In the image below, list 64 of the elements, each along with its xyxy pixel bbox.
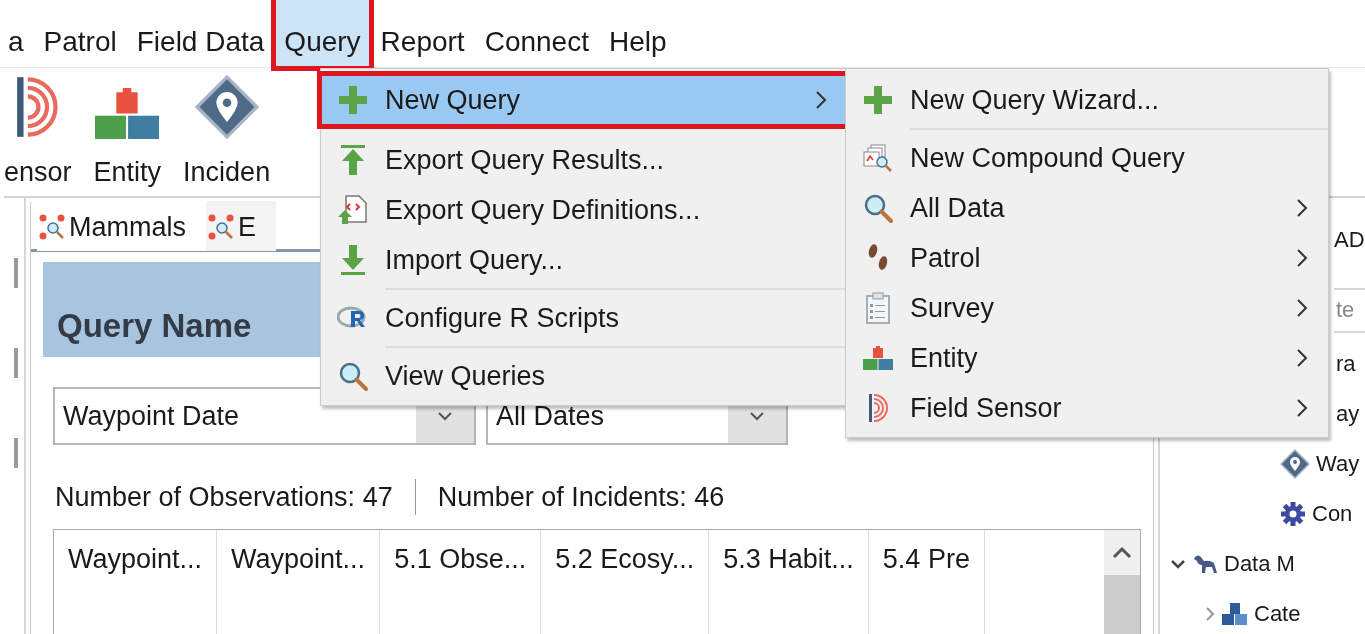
upload-arrow-icon — [340, 144, 366, 176]
tree-item[interactable]: Cate — [1254, 601, 1301, 627]
chevron-down-icon — [437, 411, 453, 421]
column-header[interactable]: Waypoint... — [54, 530, 218, 634]
tree-item[interactable]: ra — [1336, 351, 1356, 377]
menu-item[interactable]: Export Query Definitions... — [321, 185, 847, 235]
tree-item[interactable]: ay — [1336, 401, 1360, 427]
scrollbar[interactable] — [1104, 530, 1140, 634]
query-icon — [208, 214, 234, 240]
location-pin-icon — [194, 75, 259, 139]
download-arrow-icon — [340, 244, 366, 276]
chevron-right-icon[interactable] — [1204, 606, 1216, 622]
query-tab[interactable]: E — [206, 200, 277, 251]
menu-item[interactable]: a — [0, 22, 32, 64]
menu-item[interactable]: Entity — [846, 333, 1328, 383]
tree-item[interactable]: Data M — [1224, 551, 1295, 577]
animal-icon — [1192, 553, 1218, 575]
gear-icon — [1280, 501, 1306, 527]
tree-item[interactable]: Con — [1312, 501, 1353, 527]
toolbar-button[interactable]: Inciden — [183, 68, 271, 196]
column-header[interactable]: 5.1 Obse... — [380, 530, 542, 634]
toolbar-button[interactable]: ensor — [4, 68, 72, 196]
menu-item[interactable]: New Query Wizard... — [846, 75, 1328, 125]
query-title: Query Name — [57, 307, 252, 345]
column-header[interactable]: 5.3 Habit... — [709, 530, 869, 634]
menu-item[interactable]: Patrol — [846, 233, 1328, 283]
menu-item[interactable]: Configure R Scripts — [321, 293, 847, 343]
clipboard-icon — [866, 292, 890, 324]
column-header[interactable]: Waypoint... — [217, 530, 381, 634]
menu-item[interactable]: Import Query... — [321, 235, 847, 285]
stacked-documents-search-icon — [863, 144, 893, 172]
menu-item[interactable]: Help — [600, 22, 675, 64]
toolbar-button[interactable]: Entity — [93, 68, 162, 196]
filter-field[interactable]: te — [1334, 287, 1365, 333]
menu-item[interactable]: Connect — [476, 22, 597, 64]
panel-heading: AD — [1334, 226, 1365, 253]
menu-item[interactable]: All Data — [846, 183, 1328, 233]
query-icon — [39, 214, 65, 240]
signal-waves-icon — [867, 393, 889, 423]
menu-item[interactable]: New Compound Query — [846, 133, 1328, 183]
menu-item[interactable]: Patrol — [35, 22, 125, 64]
stat-label: Number of Incidents: 46 — [437, 481, 725, 513]
menu-item[interactable]: Survey — [846, 283, 1328, 333]
chevron-down-icon — [749, 411, 765, 421]
menu-item[interactable]: Export Query Results... — [321, 135, 847, 185]
column-header[interactable]: 5.4 Pre — [868, 530, 985, 634]
menu-item[interactable]: Field Data — [128, 22, 273, 64]
blocks-icon — [863, 346, 893, 370]
stat-label: Number of Observations: 47 — [55, 481, 393, 513]
tree-item[interactable]: Way — [1316, 451, 1360, 477]
document-export-icon — [337, 194, 369, 226]
menu-item[interactable]: Field Sensor — [846, 383, 1328, 433]
scroll-up-icon[interactable] — [1112, 545, 1132, 560]
chevron-down-icon[interactable] — [1170, 558, 1186, 570]
search-icon — [863, 193, 893, 223]
blocks-icon — [95, 87, 160, 139]
column-header[interactable]: 5.2 Ecosy... — [541, 530, 710, 634]
plus-icon — [862, 84, 894, 116]
menu-item[interactable]: Report — [372, 22, 473, 64]
signal-waves-icon — [15, 75, 61, 139]
blocks-icon — [1222, 602, 1248, 626]
search-icon — [338, 361, 368, 391]
location-pin-icon — [1280, 449, 1310, 479]
plus-icon — [337, 84, 369, 116]
